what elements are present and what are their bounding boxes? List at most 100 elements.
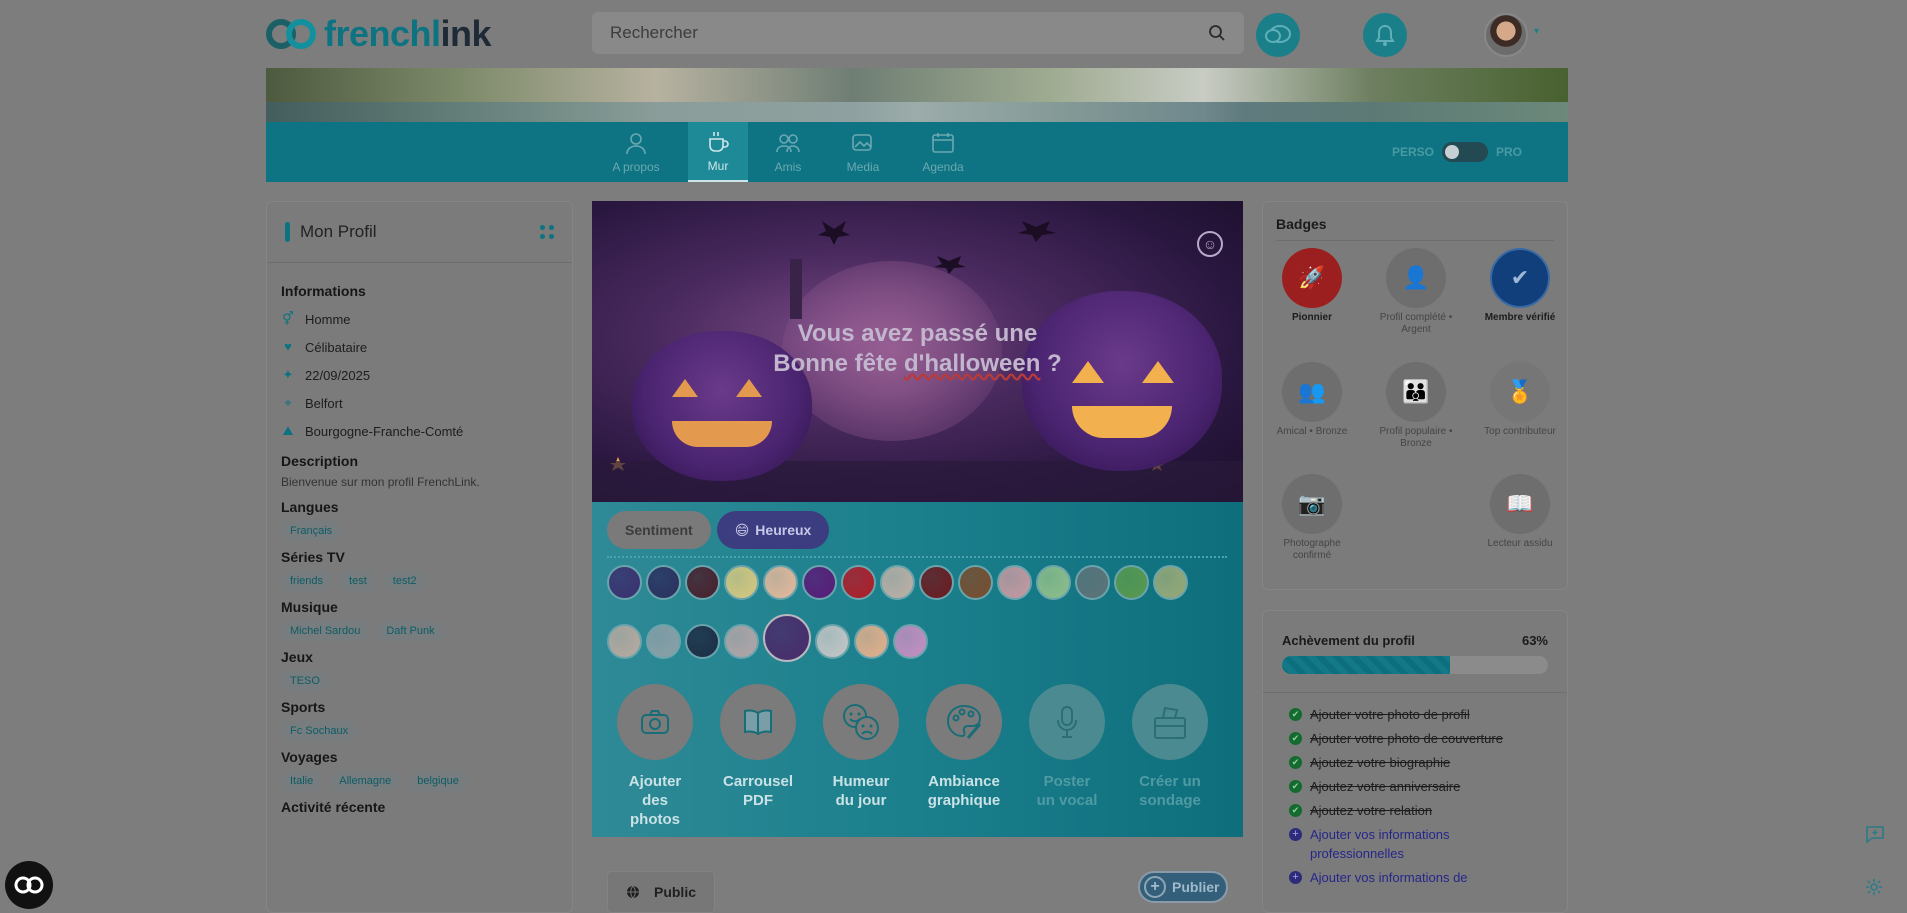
- background-swatch[interactable]: [854, 623, 889, 659]
- toggle-label-perso: PERSO: [1391, 145, 1434, 159]
- visibility-select[interactable]: Public: [607, 871, 715, 913]
- background-swatch[interactable]: [841, 565, 876, 600]
- profile-nav: A propos Mur Amis Media Agenda PERSO PRO: [266, 122, 1568, 182]
- search-bar[interactable]: Rechercher: [592, 12, 1244, 54]
- background-swatch[interactable]: [724, 623, 759, 659]
- background-swatch[interactable]: [685, 565, 720, 600]
- background-swatch[interactable]: [685, 623, 720, 659]
- background-swatch[interactable]: [646, 623, 681, 659]
- completed-task: ✔ Ajoutez votre biographie: [1289, 753, 1541, 772]
- background-swatch[interactable]: [724, 565, 759, 600]
- mood-heureux-button[interactable]: 😄 Heureux: [716, 511, 830, 549]
- tab-amis[interactable]: Amis: [758, 122, 818, 182]
- section-title: Voyages: [281, 749, 338, 765]
- notifications-button[interactable]: [1363, 13, 1407, 57]
- tab-label: Mur: [707, 159, 729, 173]
- badges-title: Badges: [1276, 216, 1327, 232]
- chevron-down-icon[interactable]: ▾: [1534, 26, 1539, 37]
- chat-fab-button[interactable]: [1864, 824, 1886, 849]
- tab-mur[interactable]: Mur: [688, 122, 748, 182]
- mood-of-day-button[interactable]: Humeur du jour: [823, 684, 899, 829]
- post-voice-button[interactable]: Poster un vocal: [1029, 684, 1105, 829]
- chip[interactable]: test: [340, 571, 376, 591]
- tab-sentiment[interactable]: Sentiment: [607, 511, 711, 549]
- background-swatch[interactable]: [1153, 565, 1188, 600]
- post-background-preview[interactable]: Vous avez passé une Bonne fête d'hallowe…: [592, 201, 1243, 502]
- post-text-overlay[interactable]: Vous avez passé une Bonne fête d'hallowe…: [592, 319, 1243, 379]
- heart-icon: ♥: [284, 339, 292, 354]
- search-input[interactable]: Rechercher: [610, 23, 698, 43]
- region-icon: ⛰: [282, 423, 294, 438]
- completed-task: ✔ Ajouter votre photo de profil: [1289, 705, 1541, 724]
- badge-lecteur[interactable]: 📖 Lecteur assidu: [1475, 474, 1565, 550]
- description-heading: Description: [281, 453, 359, 469]
- cover-photo: [266, 68, 1568, 122]
- background-swatch[interactable]: [607, 565, 642, 600]
- user-avatar[interactable]: [1484, 13, 1528, 57]
- badge-amical[interactable]: 👥 Amical • Bronze: [1267, 362, 1357, 438]
- badge-profil-populaire[interactable]: 👪 Profil populaire • Bronze: [1371, 362, 1461, 450]
- background-swatch[interactable]: [646, 565, 681, 600]
- badge-pionnier[interactable]: 🚀 Pionnier: [1267, 248, 1357, 324]
- frenchlink-logo[interactable]: frenchlink: [266, 13, 492, 54]
- background-swatch[interactable]: [802, 565, 837, 600]
- background-swatch[interactable]: [997, 565, 1032, 600]
- pending-task[interactable]: + Ajouter vos informations de: [1289, 868, 1541, 887]
- graphic-ambiance-button[interactable]: Ambiance graphique: [926, 684, 1002, 829]
- tab-media[interactable]: Media: [833, 122, 893, 182]
- chip[interactable]: Daft Punk: [377, 621, 444, 641]
- accessibility-icon: [14, 876, 44, 894]
- chip[interactable]: Français: [281, 521, 342, 541]
- badge-membre-verifie[interactable]: ✔ Membre vérifié: [1475, 248, 1565, 324]
- emoji-picker-button[interactable]: ☺: [1197, 231, 1223, 257]
- coffee-icon: [709, 132, 729, 152]
- drag-grip-icon[interactable]: [540, 225, 554, 239]
- search-icon[interactable]: [1208, 24, 1226, 42]
- divider: [607, 556, 1227, 558]
- background-swatch[interactable]: [919, 565, 954, 600]
- background-swatch[interactable]: [1036, 565, 1071, 600]
- background-swatch[interactable]: [893, 623, 928, 659]
- carrousel-pdf-button[interactable]: Carrousel PDF: [720, 684, 796, 829]
- chip[interactable]: Michel Sardou: [281, 621, 370, 641]
- publish-button[interactable]: + Publier: [1138, 871, 1228, 903]
- logo-mark-icon: [266, 17, 318, 51]
- badge-photographe[interactable]: 📷 Photographe confirmé: [1267, 474, 1357, 562]
- chip[interactable]: test2: [383, 571, 426, 591]
- smiley-icon: ☺: [1202, 236, 1218, 252]
- chip[interactable]: TESO: [281, 671, 329, 691]
- create-poll-button[interactable]: Créer un sondage: [1132, 684, 1208, 829]
- chip[interactable]: Allemagne: [330, 771, 401, 791]
- background-swatch[interactable]: [763, 565, 798, 600]
- tab-a-propos[interactable]: A propos: [606, 122, 666, 182]
- tab-agenda[interactable]: Agenda: [913, 122, 973, 182]
- messages-button[interactable]: [1256, 13, 1300, 57]
- calendar-icon: [932, 133, 954, 153]
- accessibility-button[interactable]: [5, 861, 53, 909]
- settings-fab-button[interactable]: [1864, 877, 1884, 902]
- background-swatch[interactable]: [607, 623, 642, 659]
- background-swatch[interactable]: [958, 565, 993, 600]
- background-swatch[interactable]: [880, 565, 915, 600]
- background-swatch[interactable]: [815, 623, 850, 659]
- toggle-label-pro: PRO: [1495, 145, 1522, 159]
- badge-profil-complete[interactable]: 👤 Profil complété • Argent: [1371, 248, 1461, 336]
- chip[interactable]: Italie: [281, 771, 323, 791]
- chip[interactable]: belgique: [408, 771, 468, 791]
- pending-task[interactable]: + Ajouter vos informations professionnell…: [1289, 825, 1541, 863]
- toggle-switch[interactable]: [1441, 142, 1488, 162]
- add-photos-button[interactable]: Ajouter des photos: [617, 684, 693, 829]
- perso-pro-toggle[interactable]: PERSO PRO: [1392, 142, 1522, 162]
- info-city: ⌖ Belfort: [281, 389, 558, 417]
- badge-top-contributeur[interactable]: 🏅 Top contributeur: [1475, 362, 1565, 438]
- ballot-box-icon: [1154, 706, 1186, 739]
- chip[interactable]: Fc Sochaux: [281, 721, 358, 741]
- section-title: Musique: [281, 599, 338, 615]
- completed-task: ✔ Ajoutez votre anniversaire: [1289, 777, 1541, 796]
- background-swatch[interactable]: [1075, 565, 1110, 600]
- composer-footer: Public + Publier: [592, 837, 1243, 913]
- background-swatch[interactable]: [763, 614, 811, 662]
- chip[interactable]: friends: [281, 571, 333, 591]
- background-swatch[interactable]: [1114, 565, 1149, 600]
- profile-panel: Mon Profil Informations ⚥ Homme ♥ Célibata…: [266, 201, 573, 913]
